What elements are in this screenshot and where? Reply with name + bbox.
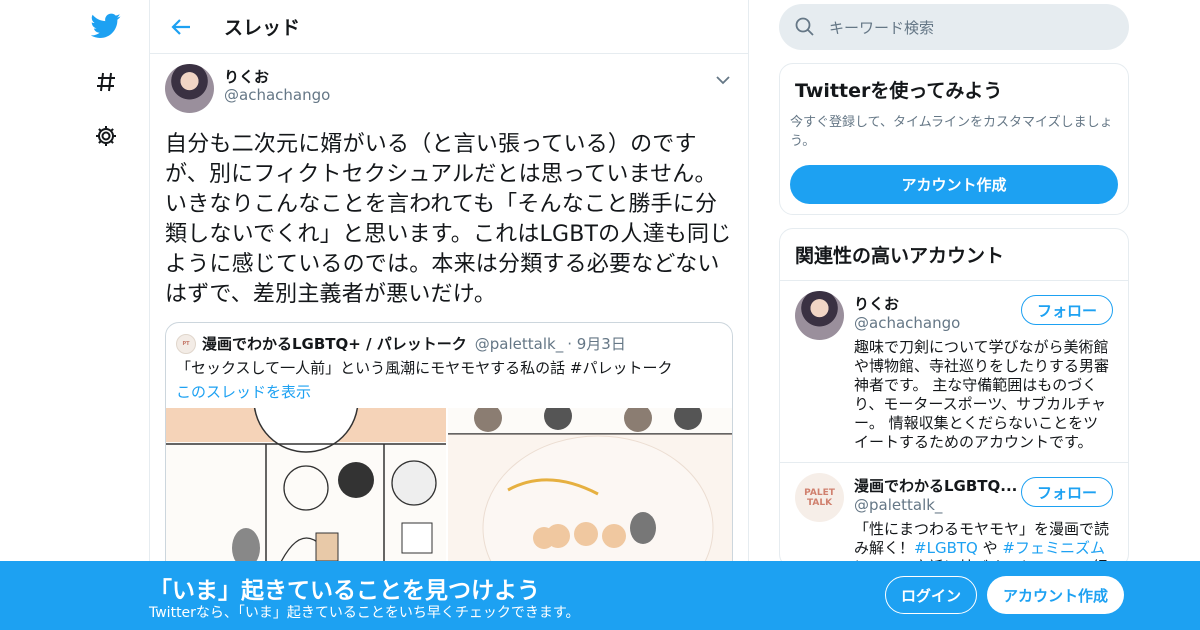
quote-author-name: 漫画でわかるLGBTQ+ / パレットーク — [202, 335, 467, 353]
related-account[interactable]: PALET TALK 漫画でわかるLGBTQ... @palettalk_ 「性… — [780, 463, 1128, 567]
banner-subtitle: Twitterなら、「いま」起きていることをいち早くチェックできます。 — [149, 605, 580, 621]
avatar-logo-text: TALK — [806, 497, 833, 508]
create-account-button[interactable]: アカウント作成 — [790, 165, 1118, 204]
search-icon — [795, 17, 814, 36]
quoted-tweet[interactable]: PT 漫画でわかるLGBTQ+ / パレットーク @palettalk_ · 9… — [165, 322, 733, 582]
search-input[interactable]: キーワード検索 — [829, 17, 934, 38]
signup-card: Twitterを使ってみよう 今すぐ登録して、タイムラインをカスタマイズしましょ… — [779, 63, 1129, 215]
bio-text: や — [977, 539, 1003, 557]
avatar[interactable] — [165, 64, 214, 113]
back-arrow-icon[interactable] — [168, 14, 194, 40]
thread-header: スレッド — [150, 0, 748, 54]
banner-title: 「いま」起きていることを見つけよう — [149, 578, 540, 604]
quote-avatar: PT — [176, 333, 196, 354]
account-bio: 趣味で刀剣について学びながら美術館や博物館、寺社巡りをしたりする男審神者です。 … — [854, 338, 1110, 451]
manga-image-1[interactable] — [166, 408, 448, 568]
related-account[interactable]: りくお @achachango 趣味で刀剣について学びながら美術館や博物館、寺社… — [780, 281, 1128, 463]
hashtag-link[interactable]: #フェミニズム — [1002, 539, 1105, 557]
quote-media[interactable] — [166, 408, 732, 568]
hashtag-link[interactable]: #LGBTQ — [914, 539, 978, 557]
avatar[interactable]: PALET TALK — [795, 473, 844, 522]
related-accounts-card: 関連性の高いアカウント りくお @achachango 趣味で刀剣について学びな… — [779, 228, 1129, 568]
quote-header: PT 漫画でわかるLGBTQ+ / パレットーク @palettalk_ · 9… — [166, 323, 732, 354]
right-sidebar: キーワード検索 Twitterを使ってみよう 今すぐ登録して、タイムラインをカス… — [779, 0, 1129, 568]
tweet-text: 自分も二次元に婿がいる（と言い張っている）のですが、別にフィクトセクシュアルだと… — [165, 132, 732, 307]
quote-text: 「セックスして一人前」という風潮にモヤモヤする私の話 #パレットーク — [176, 359, 673, 377]
signup-banner: 「いま」起きていることを見つけよう Twitterなら、「いま」起きていることを… — [0, 561, 1200, 630]
app: スレッド りくお @achachango 自分も二次元に婿がいる（と言い張ってい… — [0, 0, 1200, 630]
signup-card-subtitle: 今すぐ登録して、タイムラインをカスタマイズしましょう。 — [790, 115, 1113, 149]
follow-button[interactable]: フォロー — [1021, 477, 1113, 507]
manga-image-2[interactable] — [448, 408, 732, 568]
quote-date: · 9月3日 — [567, 335, 626, 353]
follow-button[interactable]: フォロー — [1021, 295, 1113, 325]
signup-card-title: Twitterを使ってみよう — [795, 80, 1003, 102]
explore-hash-icon[interactable] — [90, 66, 122, 98]
settings-gear-icon[interactable] — [90, 120, 122, 152]
avatar-logo-text: PALET — [804, 487, 835, 498]
author-display-name[interactable]: りくお — [224, 68, 330, 86]
signup-button[interactable]: アカウント作成 — [987, 576, 1124, 614]
show-thread-link[interactable]: このスレッドを表示 — [166, 378, 732, 402]
tweet-author[interactable]: りくお @achachango — [224, 68, 330, 104]
tweet: りくお @achachango 自分も二次元に婿がいる（と言い張っている）のです… — [150, 54, 748, 582]
chevron-down-icon[interactable] — [713, 70, 733, 90]
quote-author-handle: @palettalk_ — [474, 334, 564, 353]
main-column: スレッド りくお @achachango 自分も二次元に婿がいる（と言い張ってい… — [149, 0, 749, 630]
twitter-bird-icon[interactable] — [90, 10, 122, 42]
author-handle[interactable]: @achachango — [224, 86, 330, 104]
tweet-header: りくお @achachango — [165, 64, 733, 118]
search-box[interactable]: キーワード検索 — [779, 4, 1129, 50]
left-nav — [78, 0, 150, 630]
page-title: スレッド — [224, 17, 301, 39]
related-accounts-title: 関連性の高いアカウント — [780, 229, 1128, 281]
avatar[interactable] — [795, 291, 844, 340]
login-button[interactable]: ログイン — [885, 576, 977, 614]
